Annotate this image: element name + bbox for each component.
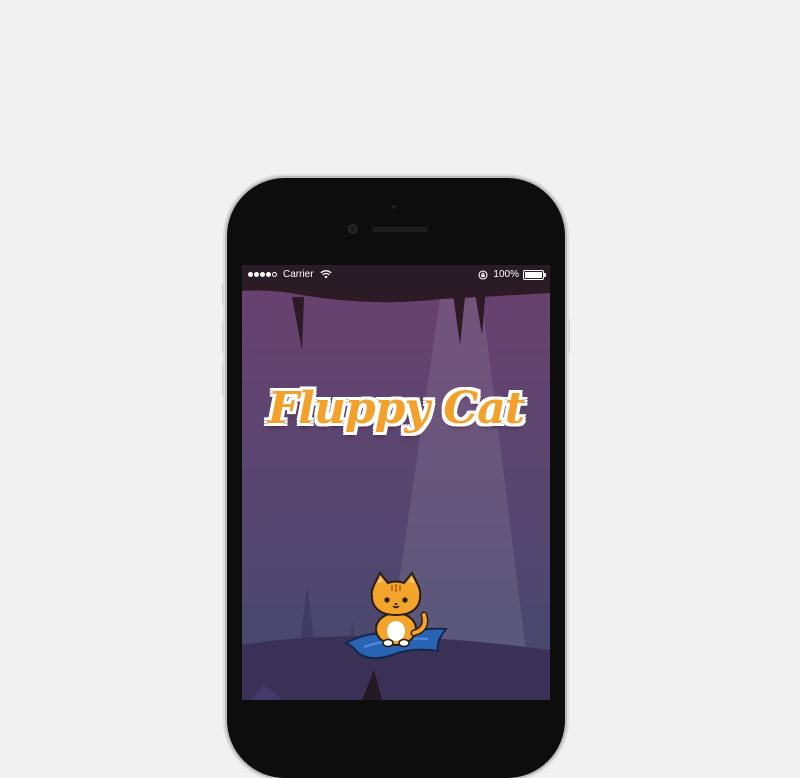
front-camera — [348, 224, 358, 234]
battery-icon — [523, 269, 546, 280]
earpiece-speaker — [372, 227, 428, 232]
proximity-sensor — [392, 205, 396, 209]
status-left: Carrier — [248, 265, 332, 284]
status-right: 100% — [478, 265, 546, 284]
status-bar: Carrier 100% — [242, 265, 550, 284]
battery-percent: 100% — [493, 269, 519, 280]
wifi-icon — [319, 270, 332, 279]
power-button — [565, 318, 570, 354]
game-title: Fluppy Cat — [267, 383, 525, 434]
rotation-lock-icon — [478, 269, 488, 280]
game-screen[interactable]: Carrier 100% Fluppy Cat — [242, 265, 550, 700]
carrier-name: Carrier — [283, 269, 314, 280]
cat-character-icon[interactable] — [342, 571, 452, 667]
signal-strength-icon — [248, 269, 278, 280]
